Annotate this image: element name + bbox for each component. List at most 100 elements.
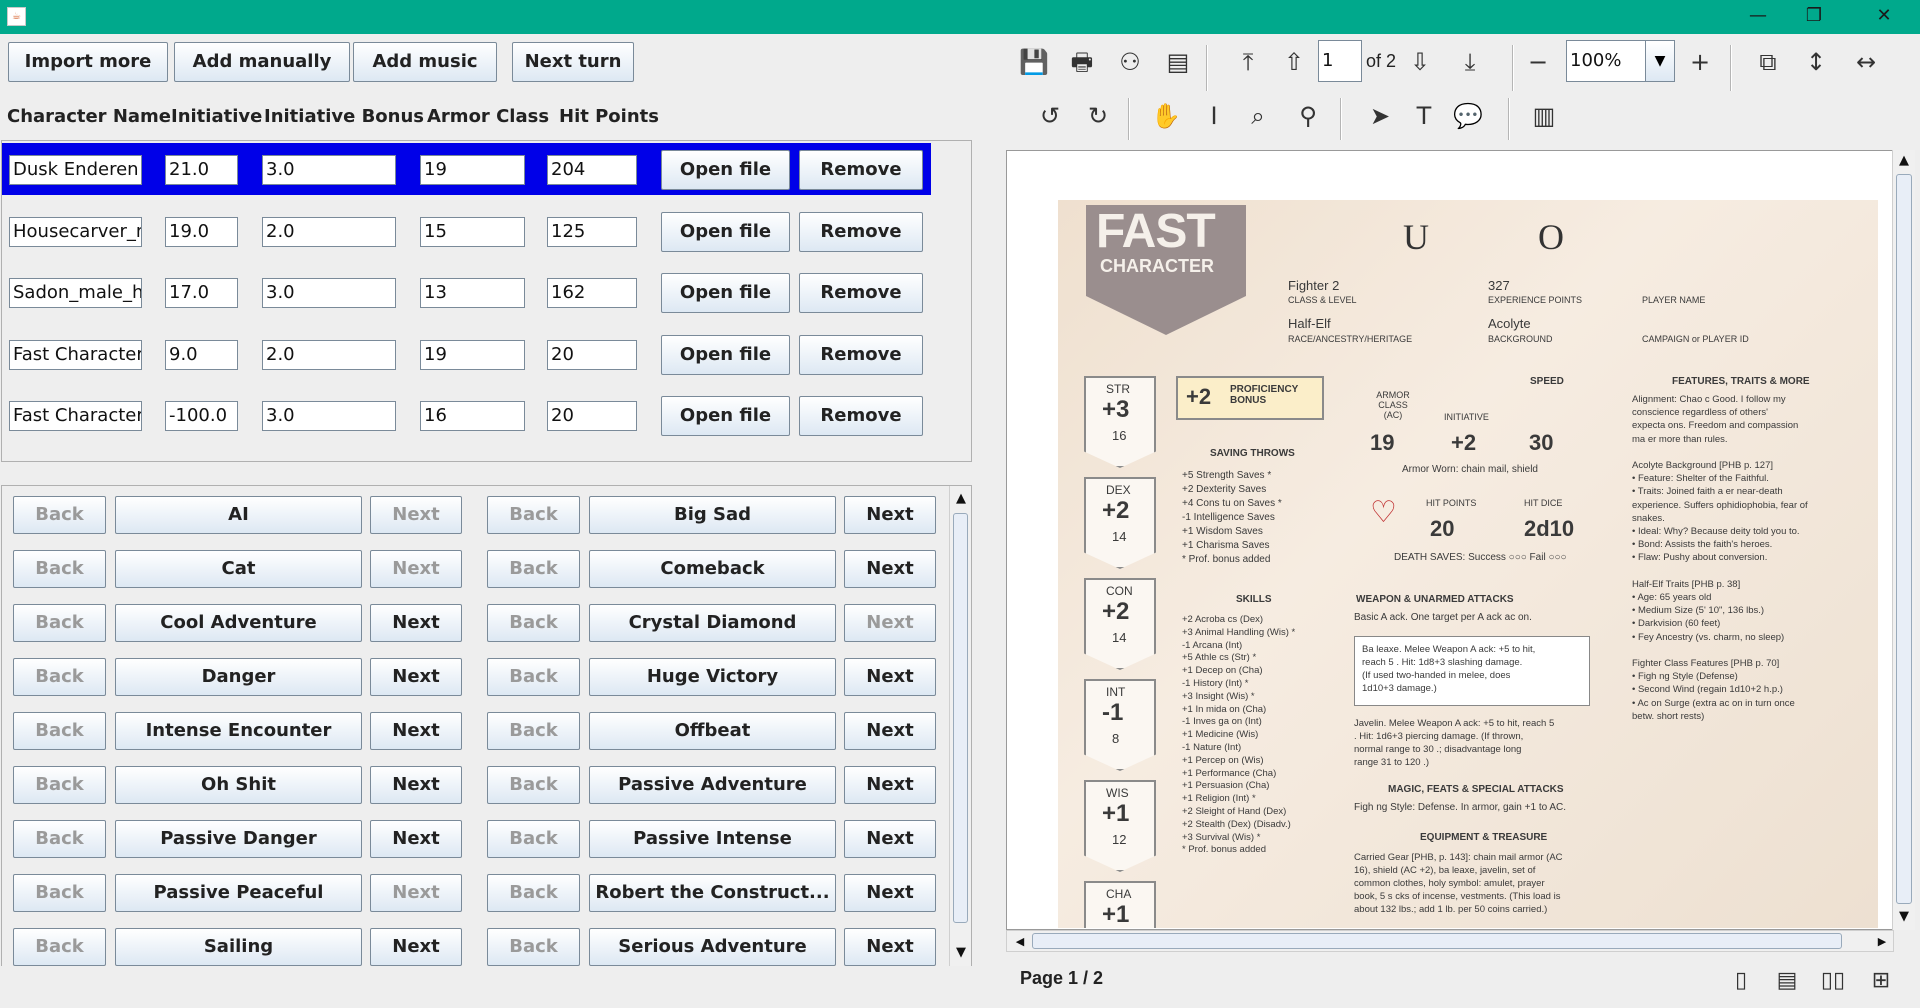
zoom-marquee-icon[interactable]: ⌕ [1238,96,1278,136]
music-track-button[interactable]: Big Sad [589,496,836,534]
doc-scroll-up[interactable]: ▲ [1893,150,1915,172]
open-file-button[interactable]: Open file [661,396,790,436]
next-page-icon[interactable]: ⇩ [1400,42,1440,82]
music-track-button[interactable]: Cat [115,550,362,588]
open-file-button[interactable]: Open file [661,273,790,313]
remove-button[interactable]: Remove [799,396,923,436]
doc-horizontal-scrollbar[interactable]: ◀ ▶ [1006,930,1894,952]
open-file-button[interactable]: Open file [661,150,790,190]
music-next-button[interactable]: Next [370,820,462,858]
zoom-level-input[interactable]: 100% [1566,40,1656,82]
initiative-bonus-field[interactable]: 3.0 [262,401,396,431]
top-button-next-turn[interactable]: Next turn [512,42,634,82]
window-maximize-btn[interactable]: ❐ [1786,0,1842,34]
print-icon[interactable]: 🖶 [1062,42,1102,82]
music-next-button[interactable]: Next [370,766,462,804]
pointer-icon[interactable]: ➤ [1360,96,1400,136]
music-track-button[interactable]: Oh Shit [115,766,362,804]
music-track-button[interactable]: Serious Adventure [589,928,836,966]
initiative-bonus-field[interactable]: 3.0 [262,155,396,185]
armor-class-field[interactable]: 13 [420,278,525,308]
doc-horizontal-thumb[interactable] [1032,933,1842,949]
music-track-button[interactable]: Robert the Construct... [589,874,836,912]
comment-icon[interactable]: 💬 [1448,96,1488,136]
music-next-button[interactable]: Next [844,658,936,696]
doc-scroll-left[interactable]: ◀ [1009,931,1031,953]
music-track-button[interactable]: Comeback [589,550,836,588]
doc-scroll-down[interactable]: ▼ [1893,906,1915,928]
open-file-button[interactable]: Open file [661,335,790,375]
initiative-field[interactable]: 21.0 [165,155,238,185]
page-number-input[interactable]: 1 [1318,40,1362,82]
scroll-up-arrow[interactable]: ▲ [950,488,972,510]
music-track-button[interactable]: Offbeat [589,712,836,750]
music-next-button[interactable]: Next [844,820,936,858]
music-track-button[interactable]: Passive Peaceful [115,874,362,912]
music-next-button[interactable]: Next [844,496,936,534]
fit-height-icon[interactable]: ↕ [1796,42,1836,82]
page-thumbnail-icon[interactable]: ▥ [1524,96,1564,136]
doc-vertical-thumb[interactable] [1896,174,1912,904]
hit-points-field[interactable]: 20 [547,340,637,370]
initiative-field[interactable]: 19.0 [165,217,238,247]
music-track-button[interactable]: AI [115,496,362,534]
scroll-thumb[interactable] [953,513,968,923]
initiative-bonus-field[interactable]: 2.0 [262,340,396,370]
top-button-add-music[interactable]: Add music [353,42,497,82]
armor-class-field[interactable]: 16 [420,401,525,431]
armor-class-field[interactable]: 15 [420,217,525,247]
armor-class-field[interactable]: 19 [420,155,525,185]
character-name-field[interactable]: Sadon_male_hu [9,278,142,308]
initiative-field[interactable]: -100.0 [165,401,238,431]
character-name-field[interactable]: Dusk Enderen - [9,155,142,185]
continuous-view-icon[interactable]: ▤ [1768,962,1806,1000]
music-next-button[interactable]: Next [370,658,462,696]
top-button-add-manually[interactable]: Add manually [174,42,350,82]
initiative-bonus-field[interactable]: 2.0 [262,217,396,247]
hit-points-field[interactable]: 204 [547,155,637,185]
zoom-dynamic-icon[interactable]: ⚲ [1288,96,1328,136]
remove-button[interactable]: Remove [799,150,923,190]
music-track-button[interactable]: Danger [115,658,362,696]
first-page-icon[interactable]: ⤒ [1228,42,1268,82]
text-annotation-icon[interactable]: T [1404,96,1444,136]
music-next-button[interactable]: Next [370,928,462,966]
remove-button[interactable]: Remove [799,212,923,252]
hit-points-field[interactable]: 125 [547,217,637,247]
facing-pages-icon[interactable]: ▯▯ [1814,962,1852,1000]
remove-button[interactable]: Remove [799,335,923,375]
doc-scroll-right[interactable]: ▶ [1871,931,1893,953]
rotate-left-icon[interactable]: ↺ [1030,96,1070,136]
music-track-button[interactable]: Huge Victory [589,658,836,696]
single-page-view-icon[interactable]: ▯ [1722,962,1760,1000]
search-binoculars-icon[interactable]: ⚇ [1110,42,1150,82]
window-close-btn[interactable]: ✕ [1856,0,1912,34]
music-track-button[interactable]: Intense Encounter [115,712,362,750]
doc-vertical-scrollbar[interactable]: ▲ ▼ [1892,150,1915,930]
music-track-button[interactable]: Passive Danger [115,820,362,858]
character-name-field[interactable]: Housecarver_m [9,217,142,247]
fit-width-icon[interactable]: ↔ [1846,42,1886,82]
document-properties-icon[interactable]: ▤ [1158,42,1198,82]
zoom-in-icon[interactable]: + [1680,42,1720,82]
pan-hand-icon[interactable]: ✋ [1146,96,1186,136]
last-page-icon[interactable]: ⤓ [1450,42,1490,82]
armor-class-field[interactable]: 19 [420,340,525,370]
save-icon[interactable]: 💾 [1014,42,1054,82]
music-next-button[interactable]: Next [844,928,936,966]
music-next-button[interactable]: Next [844,874,936,912]
music-track-button[interactable]: Sailing [115,928,362,966]
music-track-button[interactable]: Passive Adventure [589,766,836,804]
character-name-field[interactable]: Fast Character I [9,401,142,431]
music-next-button[interactable]: Next [844,766,936,804]
top-button-import-more[interactable]: Import more [8,42,168,82]
music-scrollbar[interactable]: ▲ ▼ [949,486,971,966]
previous-page-icon[interactable]: ⇧ [1274,42,1314,82]
character-name-field[interactable]: Fast Character I [9,340,142,370]
remove-button[interactable]: Remove [799,273,923,313]
music-next-button[interactable]: Next [370,604,462,642]
zoom-out-icon[interactable]: − [1518,42,1558,82]
actual-size-icon[interactable]: ⧉ [1748,42,1788,82]
zoom-dropdown-arrow[interactable]: ▼ [1645,40,1675,82]
music-next-button[interactable]: Next [844,712,936,750]
